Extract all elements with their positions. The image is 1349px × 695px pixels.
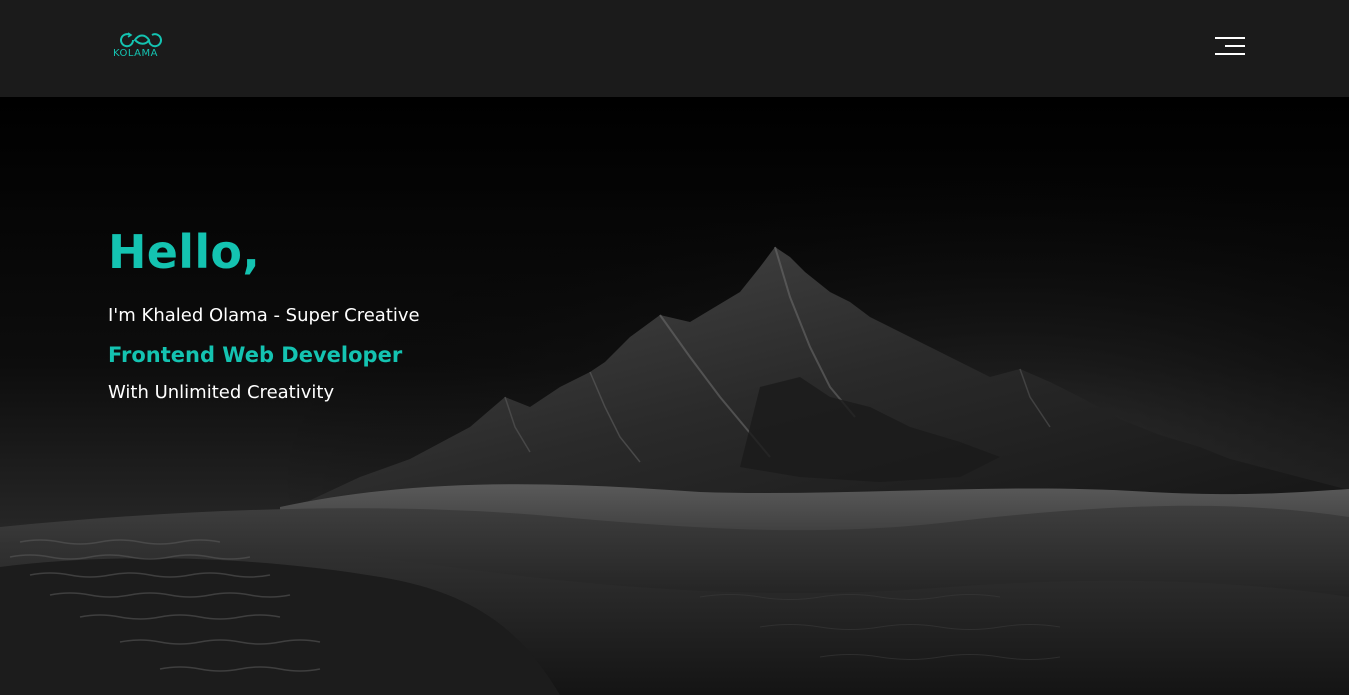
hamburger-menu-icon-bar-bottom (1215, 53, 1245, 55)
hamburger-menu-button[interactable] (1213, 36, 1247, 56)
logo-text: KOLAMA (113, 48, 158, 59)
page: KOLAMA Hello, I'm Khaled Olama - Super C… (0, 0, 1349, 695)
top-navigation-bar: KOLAMA (0, 0, 1349, 97)
hero-greeting: Hello, (108, 225, 261, 279)
logo-icon (120, 32, 162, 48)
hamburger-menu-icon-bar-middle (1225, 45, 1245, 47)
hero-role: Frontend Web Developer (108, 343, 403, 367)
hamburger-menu-icon-bar-top (1215, 37, 1245, 39)
hero-intro: I'm Khaled Olama - Super Creative (108, 305, 420, 326)
hero-section: Hello, I'm Khaled Olama - Super Creative… (0, 97, 1349, 695)
hero-tagline: With Unlimited Creativity (108, 382, 335, 403)
site-logo[interactable]: KOLAMA (113, 30, 169, 62)
hero-text-block: Hello, I'm Khaled Olama - Super Creative… (108, 222, 420, 406)
